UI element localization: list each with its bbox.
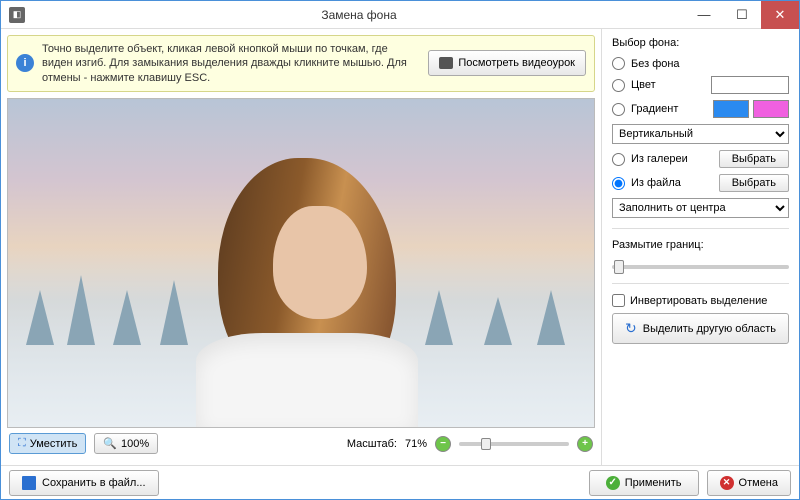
x-icon: ✕ xyxy=(720,476,734,490)
blur-slider[interactable] xyxy=(612,265,789,269)
photo-preview xyxy=(8,99,594,427)
hint-bar: i Точно выделите объект, кликая левой кн… xyxy=(7,35,595,92)
choose-file-button[interactable]: Выбрать xyxy=(719,174,789,192)
invert-checkbox[interactable] xyxy=(612,294,625,307)
zoom-value: 100% xyxy=(121,438,149,450)
zoom-out-button[interactable]: − xyxy=(435,436,451,452)
fit-icon: ⛶ xyxy=(18,437,26,450)
radio-from-gallery[interactable] xyxy=(612,153,625,166)
check-icon: ✓ xyxy=(606,476,620,490)
app-icon: ◧ xyxy=(9,7,25,23)
label-from-file: Из файла xyxy=(631,177,713,189)
scale-value: 71% xyxy=(405,438,427,450)
canvas[interactable] xyxy=(7,98,595,428)
refresh-icon: ↻ xyxy=(625,320,637,337)
radio-no-bg[interactable] xyxy=(612,57,625,70)
magnifier-icon: 🔍 xyxy=(103,437,117,450)
titlebar: ◧ Замена фона — ☐ ✕ xyxy=(1,1,799,29)
apply-button[interactable]: ✓ Применить xyxy=(589,470,699,496)
select-other-area-button[interactable]: ↻ Выделить другую область xyxy=(612,313,789,344)
options-pane: Выбор фона: Без фона Цвет Градиент Верти… xyxy=(601,29,799,465)
minimize-button[interactable]: — xyxy=(685,1,723,29)
fill-mode-select[interactable]: Заполнить от центра xyxy=(612,198,789,218)
radio-from-file[interactable] xyxy=(612,177,625,190)
video-button-label: Посмотреть видеоурок xyxy=(458,57,575,69)
floppy-icon xyxy=(22,476,36,490)
maximize-button[interactable]: ☐ xyxy=(723,1,761,29)
zoom-slider[interactable] xyxy=(459,442,569,446)
window-title: Замена фона xyxy=(33,8,685,22)
close-button[interactable]: ✕ xyxy=(761,1,799,29)
zoom-in-button[interactable]: + xyxy=(577,436,593,452)
bg-section-title: Выбор фона: xyxy=(612,37,789,49)
bottom-bar: Сохранить в файл... ✓ Применить ✕ Отмена xyxy=(1,465,799,499)
apply-label: Применить xyxy=(625,477,682,489)
gradient-type-select[interactable]: Вертикальный xyxy=(612,124,789,144)
editor-pane: i Точно выделите объект, кликая левой кн… xyxy=(1,29,601,465)
label-gradient: Градиент xyxy=(631,103,707,115)
zoom-100-button[interactable]: 🔍 100% xyxy=(94,433,158,454)
select-other-label: Выделить другую область xyxy=(643,323,776,335)
cancel-label: Отмена xyxy=(739,477,778,489)
fit-label: Уместить xyxy=(30,438,78,450)
radio-gradient[interactable] xyxy=(612,103,625,116)
save-to-file-button[interactable]: Сохранить в файл... xyxy=(9,470,159,496)
window-controls: — ☐ ✕ xyxy=(685,1,799,29)
label-from-gallery: Из галереи xyxy=(631,153,713,165)
gradient-color-1[interactable] xyxy=(713,100,749,118)
label-color: Цвет xyxy=(631,79,705,91)
fit-button[interactable]: ⛶ Уместить xyxy=(9,433,86,454)
color-swatch[interactable] xyxy=(711,76,789,94)
webcam-icon xyxy=(439,57,453,69)
radio-color[interactable] xyxy=(612,79,625,92)
scale-toolbar: ⛶ Уместить 🔍 100% Масштаб: 71% − + xyxy=(7,428,595,459)
cancel-button[interactable]: ✕ Отмена xyxy=(707,470,791,496)
gradient-color-2[interactable] xyxy=(753,100,789,118)
invert-label: Инвертировать выделение xyxy=(630,295,767,307)
video-tutorial-button[interactable]: Посмотреть видеоурок xyxy=(428,50,586,76)
info-icon: i xyxy=(16,54,34,72)
label-no-bg: Без фона xyxy=(631,58,789,70)
hint-text: Точно выделите объект, кликая левой кноп… xyxy=(42,42,420,85)
scale-label: Масштаб: xyxy=(347,438,397,450)
choose-gallery-button[interactable]: Выбрать xyxy=(719,150,789,168)
save-label: Сохранить в файл... xyxy=(42,477,146,489)
blur-label: Размытие границ: xyxy=(612,239,789,251)
